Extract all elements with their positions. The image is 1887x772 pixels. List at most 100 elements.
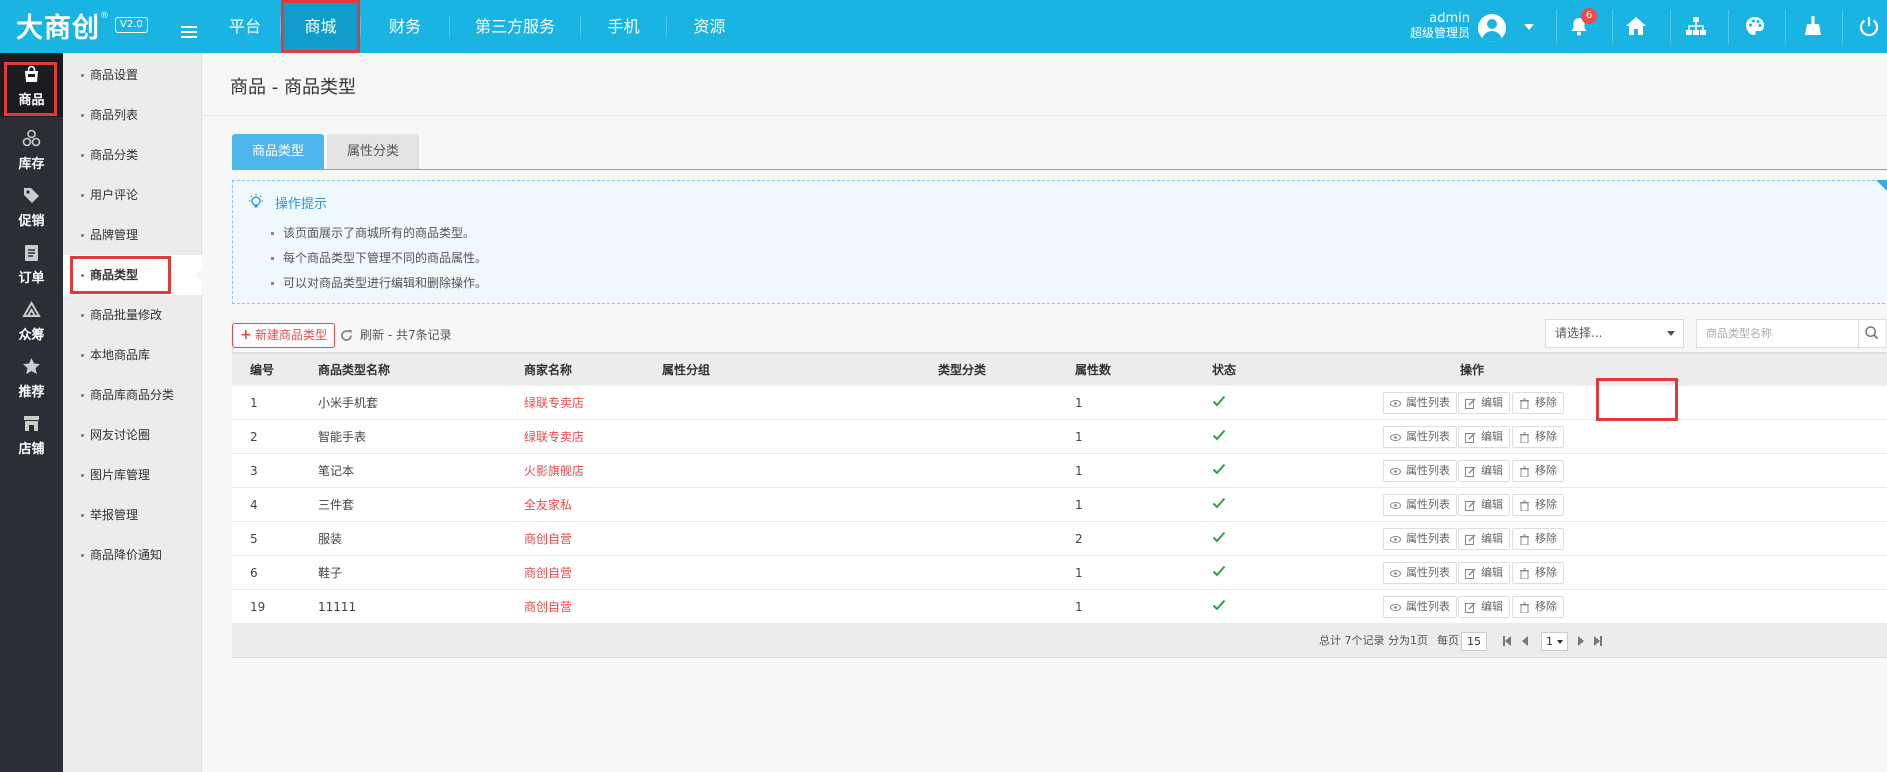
logo[interactable]: 大商创 ® V2.0 (16, 9, 148, 44)
trash-icon (1520, 602, 1529, 613)
check-icon[interactable] (1212, 564, 1226, 578)
sidebar-item-user-reviews[interactable]: 用户评论 (63, 175, 202, 215)
attr-list-button[interactable]: 属性列表 (1383, 562, 1457, 584)
remove-button[interactable]: 移除 (1512, 494, 1564, 516)
remove-button[interactable]: 移除 (1512, 426, 1564, 448)
sidebar-item-library-category[interactable]: 商品库商品分类 (63, 375, 202, 415)
edit-button[interactable]: 编辑 (1458, 392, 1510, 414)
module-item-recommend[interactable]: 推荐 (0, 345, 63, 409)
power-icon[interactable] (1858, 15, 1880, 37)
tab-bar: 商品类型 属性分类 (232, 134, 422, 170)
first-page-bar (1503, 636, 1505, 646)
edit-button[interactable]: 编辑 (1458, 528, 1510, 550)
collapse-tips-button[interactable] (1876, 180, 1887, 204)
attr-list-button[interactable]: 属性列表 (1383, 426, 1457, 448)
module-item-crowdfunding[interactable]: 众筹 (0, 288, 63, 352)
page-select[interactable]: 1 (1541, 632, 1568, 651)
refresh-button[interactable]: 刷新 - 共7条记录 (338, 323, 452, 348)
avatar[interactable] (1478, 14, 1506, 42)
palette-icon[interactable] (1744, 15, 1766, 37)
sitemap-icon[interactable] (1685, 15, 1707, 37)
edit-icon (1465, 500, 1476, 511)
per-page-input[interactable]: 15 (1461, 632, 1487, 651)
first-page-icon[interactable] (1505, 636, 1511, 646)
filter-select[interactable]: 请选择... (1545, 319, 1684, 348)
home-icon[interactable] (1625, 15, 1647, 37)
add-goods-type-button[interactable]: + 新建商品类型 (232, 323, 336, 348)
nav-item-resources[interactable]: 资源 (667, 0, 752, 53)
prev-page-icon[interactable] (1522, 636, 1528, 646)
sidebar-item-goods-category[interactable]: 商品分类 (63, 135, 202, 175)
remove-button[interactable]: 移除 (1512, 596, 1564, 618)
remove-label: 移除 (1535, 498, 1557, 511)
nav-item-third-party[interactable]: 第三方服务 (450, 0, 580, 53)
edit-button[interactable]: 编辑 (1458, 460, 1510, 482)
sidebar-item-goods-list[interactable]: 商品列表 (63, 95, 202, 135)
cell-id: 1 (250, 396, 258, 410)
nav-item-platform[interactable]: 平台 (210, 0, 280, 53)
cell-shop-name[interactable]: 商创自营 (524, 556, 572, 590)
cell-shop-name[interactable]: 商创自营 (524, 522, 572, 556)
edit-button[interactable]: 编辑 (1458, 596, 1510, 618)
check-icon[interactable] (1212, 598, 1226, 612)
attr-list-button[interactable]: 属性列表 (1383, 528, 1457, 550)
sidebar-item-batch-edit[interactable]: 商品批量修改 (63, 295, 202, 335)
remove-button[interactable]: 移除 (1512, 460, 1564, 482)
search-button[interactable] (1858, 319, 1887, 348)
edit-icon (1465, 466, 1476, 477)
module-item-orders[interactable]: 订单 (0, 231, 63, 295)
star-icon (23, 358, 40, 375)
tab-attribute-category[interactable]: 属性分类 (327, 134, 420, 170)
attr-list-button[interactable]: 属性列表 (1383, 494, 1457, 516)
attr-list-button[interactable]: 属性列表 (1383, 392, 1457, 414)
nav-item-mobile[interactable]: 手机 (581, 0, 666, 53)
check-icon[interactable] (1212, 462, 1226, 476)
highlight-frame (1596, 378, 1678, 421)
sidebar-item-goods-type[interactable]: 商品类型 (63, 255, 203, 295)
attr-list-label: 属性列表 (1406, 430, 1450, 443)
module-item-promotion[interactable]: 促销 (0, 174, 63, 238)
edit-button[interactable]: 编辑 (1458, 494, 1510, 516)
sidebar-item-local-library[interactable]: 本地商品库 (63, 335, 202, 375)
cell-shop-name[interactable]: 全友家私 (524, 488, 572, 522)
remove-button[interactable]: 移除 (1512, 392, 1564, 414)
broom-icon[interactable] (1802, 15, 1824, 37)
sidebar-item-discussion[interactable]: 网友讨论圈 (63, 415, 202, 455)
remove-button[interactable]: 移除 (1512, 562, 1564, 584)
cell-shop-name[interactable]: 绿联专卖店 (524, 420, 584, 454)
sidebar-item-brand-management[interactable]: 品牌管理 (63, 215, 202, 255)
last-page-bar (1600, 636, 1602, 646)
search-input[interactable]: 商品类型名称 (1696, 319, 1859, 348)
check-icon[interactable] (1212, 428, 1226, 442)
page-number: 1 (1546, 635, 1553, 648)
menu-toggle-icon[interactable] (181, 26, 197, 40)
cell-shop-name[interactable]: 商创自营 (524, 590, 572, 624)
cell-shop-name[interactable]: 绿联专卖店 (524, 386, 584, 420)
check-icon[interactable] (1212, 530, 1226, 544)
module-label: 库存 (18, 157, 45, 172)
module-item-store[interactable]: 店铺 (0, 402, 63, 466)
bag-icon (25, 65, 38, 82)
sidebar-item-reports[interactable]: 举报管理 (63, 495, 202, 535)
chevron-down-icon[interactable] (1524, 24, 1534, 30)
tab-goods-type[interactable]: 商品类型 (232, 134, 325, 170)
cell-shop-name[interactable]: 火影旗舰店 (524, 454, 584, 488)
remove-label: 移除 (1535, 532, 1557, 545)
attr-list-button[interactable]: 属性列表 (1383, 460, 1457, 482)
sidebar-item-price-drop[interactable]: 商品降价通知 (63, 535, 202, 575)
check-icon[interactable] (1212, 496, 1226, 510)
nav-item-mall[interactable]: 商城 (281, 0, 360, 53)
edit-button[interactable]: 编辑 (1458, 426, 1510, 448)
edit-button[interactable]: 编辑 (1458, 562, 1510, 584)
module-item-stock[interactable]: 库存 (0, 117, 63, 181)
module-item-goods[interactable]: 商品 (0, 53, 63, 117)
check-icon[interactable] (1212, 394, 1226, 408)
sidebar-item-image-library[interactable]: 图片库管理 (63, 455, 202, 495)
remove-button[interactable]: 移除 (1512, 528, 1564, 550)
nav-item-finance[interactable]: 财务 (361, 0, 449, 53)
user-info[interactable]: admin 超级管理员 (1404, 11, 1470, 41)
sidebar-item-goods-settings[interactable]: 商品设置 (63, 55, 202, 95)
attr-list-button[interactable]: 属性列表 (1383, 596, 1457, 618)
divider (232, 169, 1887, 170)
next-page-icon[interactable] (1578, 636, 1584, 646)
